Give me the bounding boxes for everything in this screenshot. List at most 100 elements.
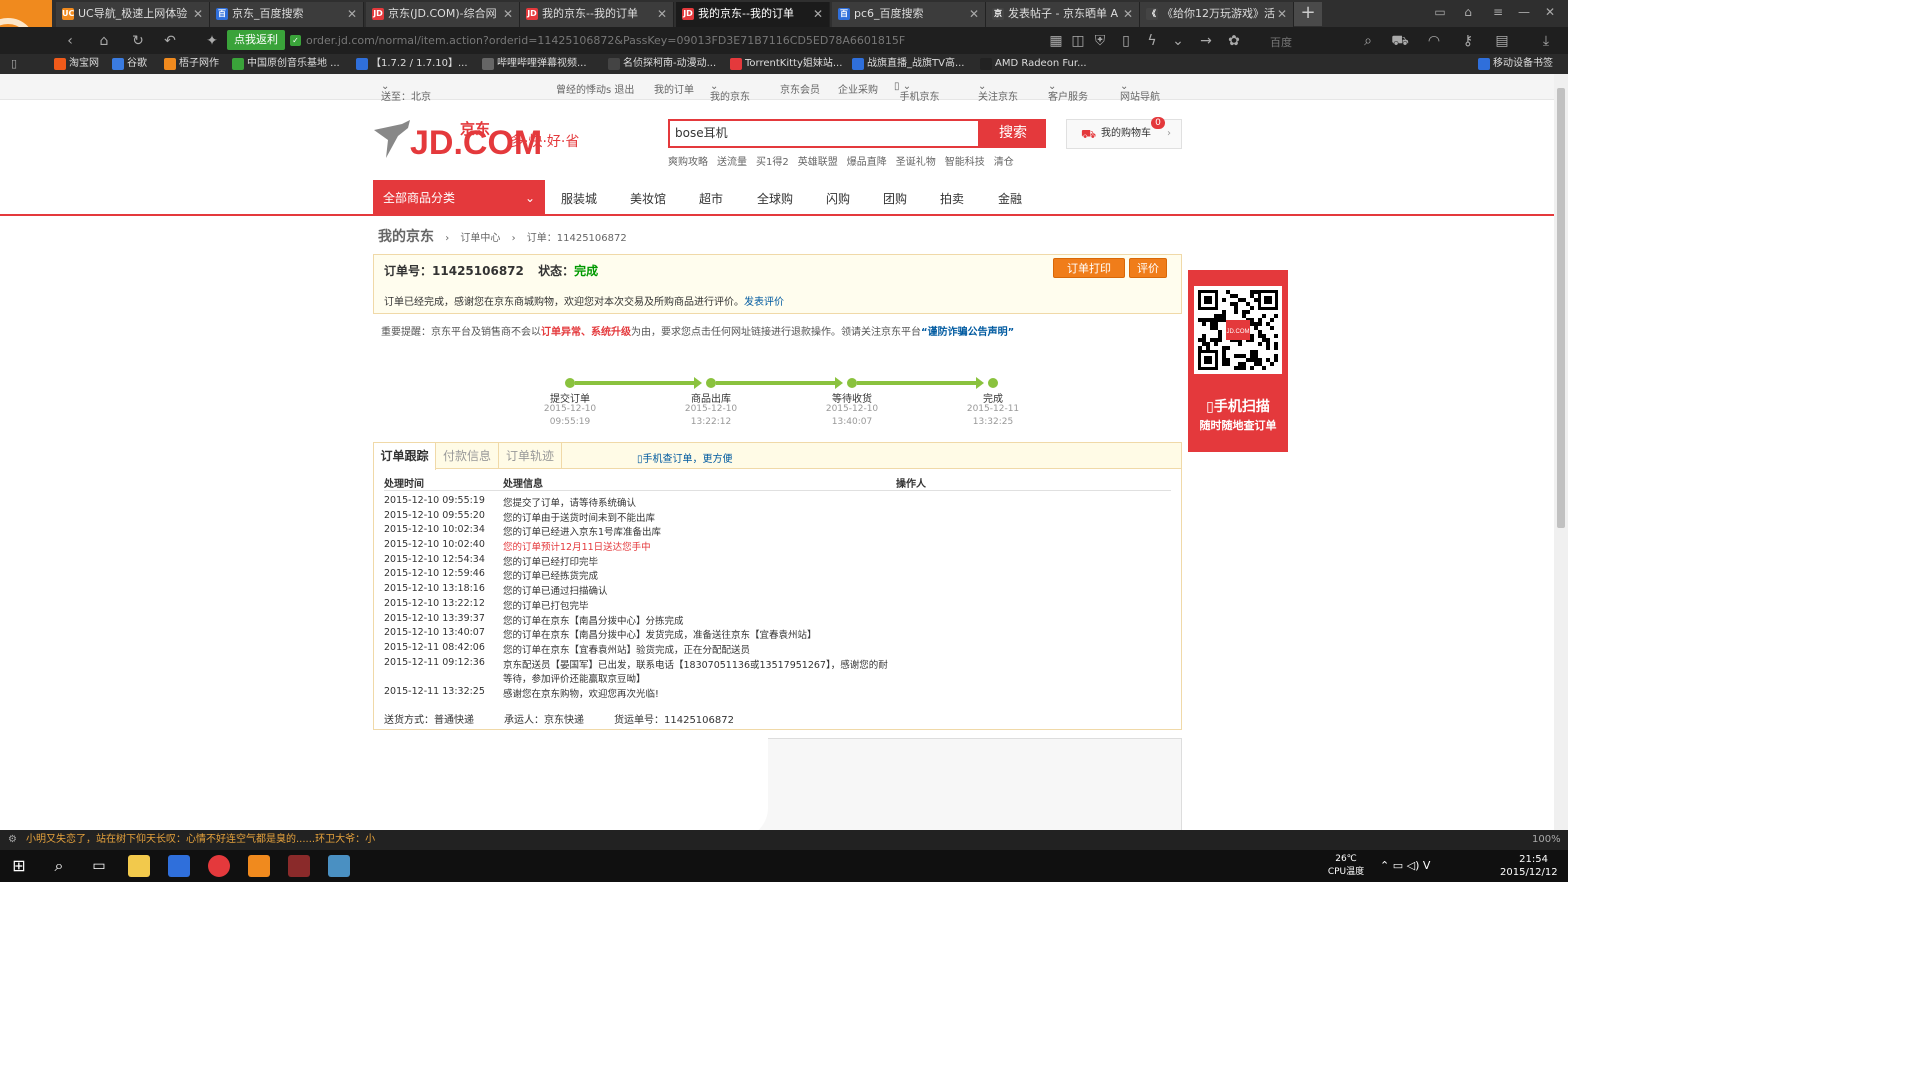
bookmark-item[interactable]: 【1.7.2 / 1.7.10】... [356, 57, 468, 71]
reader-icon[interactable]: ▯ [1116, 31, 1136, 51]
hot-keyword[interactable]: 送流量 [717, 157, 747, 168]
skin-icon[interactable]: ⌂ [1458, 4, 1478, 20]
bookmark-panel-icon[interactable]: ▯ [4, 54, 24, 74]
zoom-level[interactable]: 100% [1532, 830, 1561, 850]
fanli-button[interactable]: 点我返利 [227, 30, 285, 50]
extension-icon[interactable]: ✦ [202, 31, 222, 51]
tab-8[interactable]: 《《给你12万玩游戏》活 ✕ [1140, 2, 1294, 27]
task-view-icon[interactable]: ▭ [88, 855, 110, 877]
tab-5[interactable]: JD 我的京东--我的订单 ✕ [676, 2, 830, 27]
minimize-button[interactable]: — [1514, 4, 1534, 20]
baidu-paw-icon[interactable]: ✿ [1224, 31, 1244, 51]
hot-keyword[interactable]: 圣诞礼物 [896, 157, 936, 168]
nav-item[interactable]: 超市 [699, 190, 723, 207]
shortcut-service[interactable]: 客户服务 ⌄ [1048, 81, 1088, 103]
news-ticker[interactable]: 小明又失恋了，站在树下仰天长叹：心情不好连空气都是臭的......环卫大爷：小 [26, 830, 375, 850]
nav-item[interactable]: 拍卖 [940, 190, 964, 207]
hot-keyword[interactable]: 爽购攻略 [668, 157, 708, 168]
tab-2[interactable]: 百京东_百度搜索 ✕ [210, 2, 364, 27]
qr-code-icon[interactable]: ▦ [1046, 31, 1066, 51]
hot-keyword[interactable]: 买1得2 [756, 157, 789, 168]
scrollbar-thumb[interactable] [1557, 88, 1565, 528]
tab-close-icon[interactable]: ✕ [1277, 2, 1287, 26]
shortcut-mobile-jd[interactable]: ▯ 手机京东 ⌄ [894, 81, 940, 103]
tab-order-route[interactable]: 订单轨迹 [499, 443, 562, 469]
bookmark-item[interactable]: AMD Radeon Fur... [980, 57, 1087, 71]
app-icon[interactable] [328, 855, 350, 877]
shortcut-my-orders[interactable]: 我的订单 [654, 81, 694, 96]
bookmark-item[interactable]: 梧子网作 [164, 57, 219, 71]
vertical-scrollbar[interactable] [1554, 74, 1568, 830]
bookmark-item[interactable]: 战旗直播_战旗TV高... [852, 57, 965, 71]
shortcut-site-nav[interactable]: 网站导航 ⌄ [1120, 81, 1160, 103]
nav-item[interactable]: 金融 [998, 190, 1022, 207]
nav-item[interactable]: 美妆馆 [630, 190, 666, 207]
settings-icon[interactable]: ⚙ [8, 830, 17, 850]
shortcut-follow[interactable]: 关注京东 ⌄ [978, 81, 1018, 103]
anti-fraud-link[interactable]: “谨防诈骗公告声明” [921, 327, 1014, 338]
hot-keyword[interactable]: 清仓 [994, 157, 1014, 168]
tab-close-icon[interactable]: ✕ [969, 2, 979, 26]
search-button[interactable]: 搜索 [980, 119, 1046, 148]
shortcut-my-jd[interactable]: 我的京东 ⌄ [710, 81, 750, 103]
uc-browser-taskbar-icon[interactable] [248, 855, 270, 877]
tab-payment-info[interactable]: 付款信息 [436, 443, 499, 469]
security-app-icon[interactable] [168, 855, 190, 877]
tab-order-tracking[interactable]: 订单跟踪 [374, 443, 436, 470]
search-input[interactable]: bose耳机 [668, 119, 980, 148]
netease-music-icon[interactable] [208, 855, 230, 877]
bookmark-item[interactable]: 中国原创音乐基地 ... [232, 57, 340, 71]
key-icon[interactable]: ⚷ [1458, 31, 1478, 51]
hot-keyword[interactable]: 智能科技 [945, 157, 985, 168]
bolt-icon[interactable]: ϟ [1142, 31, 1162, 51]
tab-close-icon[interactable]: ✕ [1123, 2, 1133, 26]
delivery-location[interactable]: 送至：北京 ⌄ [381, 81, 431, 103]
breadcrumb-root[interactable]: 我的京东 [378, 229, 434, 245]
tab-7[interactable]: 京发表帖子 - 京东晒单 A ✕ [986, 2, 1140, 27]
all-categories-button[interactable]: 全部商品分类 ⌄ [373, 180, 545, 216]
search-icon[interactable]: ⌕ [1358, 31, 1378, 51]
back-icon[interactable]: ‹ [60, 31, 80, 51]
sidebar-toggle-icon[interactable]: ▭ [1430, 4, 1450, 20]
start-button[interactable]: ⊞ [8, 855, 30, 877]
mobile-qr-banner[interactable]: JD.COM ▯手机扫描 随时随地查订单 [1188, 270, 1288, 452]
cart-icon[interactable]: ⛟ [1390, 31, 1410, 51]
shortcut-vip[interactable]: 京东会员 [780, 81, 820, 96]
hot-keyword[interactable]: 爆品直降 [847, 157, 887, 168]
bookmark-item[interactable]: 谷歌 [112, 57, 147, 71]
screenshot-icon[interactable]: ◫ [1068, 31, 1088, 51]
shield-icon[interactable]: ⛨ [1090, 31, 1110, 51]
close-window-button[interactable]: ✕ [1540, 4, 1560, 20]
menu-icon[interactable]: ≡ [1488, 4, 1508, 20]
tab-6[interactable]: 百 pc6_百度搜索 ✕ [832, 2, 986, 27]
tab-close-icon[interactable]: ✕ [193, 2, 203, 26]
clock[interactable]: 21:54 2015/12/12 [1500, 853, 1558, 879]
tab-3[interactable]: JD 京东(JD.COM)-综合网 ✕ [366, 2, 520, 27]
download-icon[interactable]: ⤓ [1536, 31, 1556, 51]
new-tab-button[interactable]: + [1294, 2, 1322, 26]
breadcrumb-order-center[interactable]: 订单中心 [460, 233, 500, 244]
post-review-link[interactable]: 发表评价 [744, 297, 784, 308]
bookmark-item[interactable]: 淘宝网 [54, 57, 99, 71]
nav-item[interactable]: 全球购 [757, 190, 793, 207]
search-engine-box[interactable]: 百度 [1270, 34, 1292, 50]
tab-close-icon[interactable]: ✕ [503, 2, 513, 26]
bookmark-item[interactable]: TorrentKitty姐妹站... [730, 57, 842, 71]
bookmark-item[interactable]: 哔哩哔哩弹幕视频... [482, 57, 587, 71]
tab-close-icon[interactable]: ✕ [813, 2, 823, 26]
undo-icon[interactable]: ↶ [160, 31, 180, 51]
mobile-query-link[interactable]: ▯手机查订单，更方便 [637, 450, 733, 465]
file-explorer-icon[interactable] [128, 855, 150, 877]
tab-close-icon[interactable]: ✕ [657, 2, 667, 26]
chevron-down-icon[interactable]: ⌄ [1168, 31, 1188, 51]
forward-icon[interactable]: → [1196, 31, 1216, 51]
home-icon[interactable]: ⌂ [94, 31, 114, 51]
bookmark-item[interactable]: 名侦探柯南-动漫动... [608, 57, 716, 71]
wifi-icon[interactable]: ◠ [1424, 31, 1444, 51]
mobile-bookmarks[interactable]: 移动设备书签 [1478, 57, 1553, 71]
tab-1[interactable]: UC UC导航_极速上网体验 ✕ [56, 2, 210, 27]
shopping-cart-button[interactable]: ⛟ 我的购物车 › 0 [1066, 117, 1182, 149]
grid-icon[interactable]: ▤ [1492, 31, 1512, 51]
nav-item[interactable]: 服装城 [561, 190, 597, 207]
tray-icons[interactable]: ⌃ ▭ ◁) Ⅴ [1380, 859, 1430, 872]
